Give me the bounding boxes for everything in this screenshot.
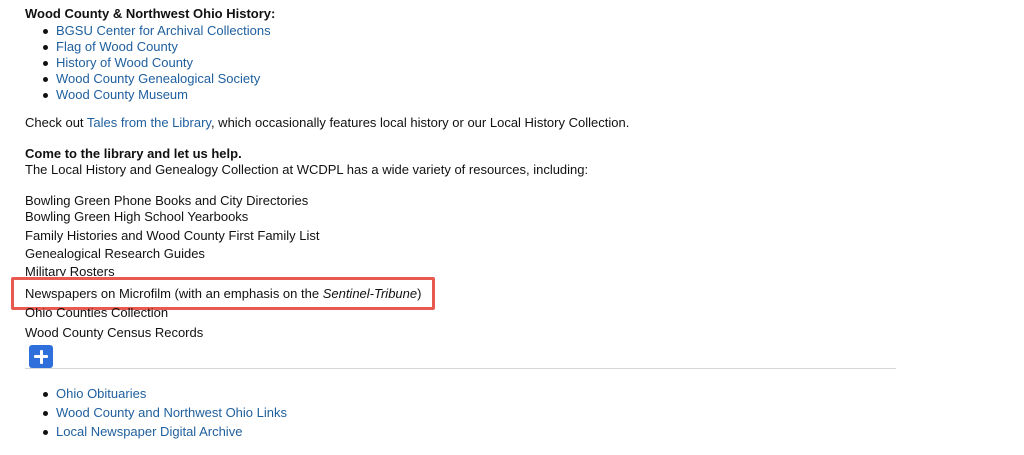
- wood-county-nw-ohio-links-link[interactable]: Wood County and Northwest Ohio Links: [56, 405, 287, 420]
- tales-suffix: , which occasionally features local hist…: [210, 115, 630, 130]
- wood-county-museum-link[interactable]: Wood County Museum: [56, 87, 188, 102]
- list-item: History of Wood County: [39, 55, 271, 71]
- list-item: BGSU Center for Archival Collections: [39, 23, 271, 39]
- tales-prefix: Check out: [25, 115, 87, 130]
- local-newspaper-archive-link[interactable]: Local Newspaper Digital Archive: [56, 424, 242, 439]
- resource-item: Genealogical Research Guides: [25, 246, 205, 261]
- wood-county-links-list: BGSU Center for Archival Collections Fla…: [39, 23, 271, 103]
- ohio-obituaries-link[interactable]: Ohio Obituaries: [56, 386, 146, 401]
- resource-item: Family Histories and Wood County First F…: [25, 228, 320, 243]
- library-heading: Come to the library and let us help.: [25, 146, 242, 161]
- list-item: Wood County Museum: [39, 87, 271, 103]
- highlight-box: [11, 277, 435, 310]
- list-item: Wood County and Northwest Ohio Links: [39, 405, 287, 424]
- genealogical-society-link[interactable]: Wood County Genealogical Society: [56, 71, 260, 86]
- list-item: Local Newspaper Digital Archive: [39, 424, 287, 443]
- resource-item: Bowling Green High School Yearbooks: [25, 209, 249, 224]
- list-item: Flag of Wood County: [39, 39, 271, 55]
- section-divider: [25, 368, 896, 369]
- resource-item: Bowling Green Phone Books and City Direc…: [25, 193, 309, 208]
- tales-paragraph: Check out Tales from the Library, which …: [25, 115, 629, 131]
- wood-county-heading: Wood County & Northwest Ohio History:: [25, 6, 276, 21]
- library-intro: The Local History and Genealogy Collecti…: [25, 162, 589, 177]
- expand-plus-button[interactable]: [29, 345, 53, 368]
- resource-item: Wood County Census Records: [25, 325, 204, 340]
- tales-from-the-library-link[interactable]: Tales from the Library: [87, 115, 211, 130]
- flag-of-wood-county-link[interactable]: Flag of Wood County: [56, 39, 178, 54]
- bottom-links-list: Ohio Obituaries Wood County and Northwes…: [39, 386, 287, 443]
- history-of-wood-county-link[interactable]: History of Wood County: [56, 55, 193, 70]
- resource-item: Military Rosters: [25, 264, 115, 276]
- bgsu-archival-link[interactable]: BGSU Center for Archival Collections: [56, 23, 271, 38]
- list-item: Wood County Genealogical Society: [39, 71, 271, 87]
- resource-item: Ohio Counties Collection: [25, 308, 169, 320]
- list-item: Ohio Obituaries: [39, 386, 287, 405]
